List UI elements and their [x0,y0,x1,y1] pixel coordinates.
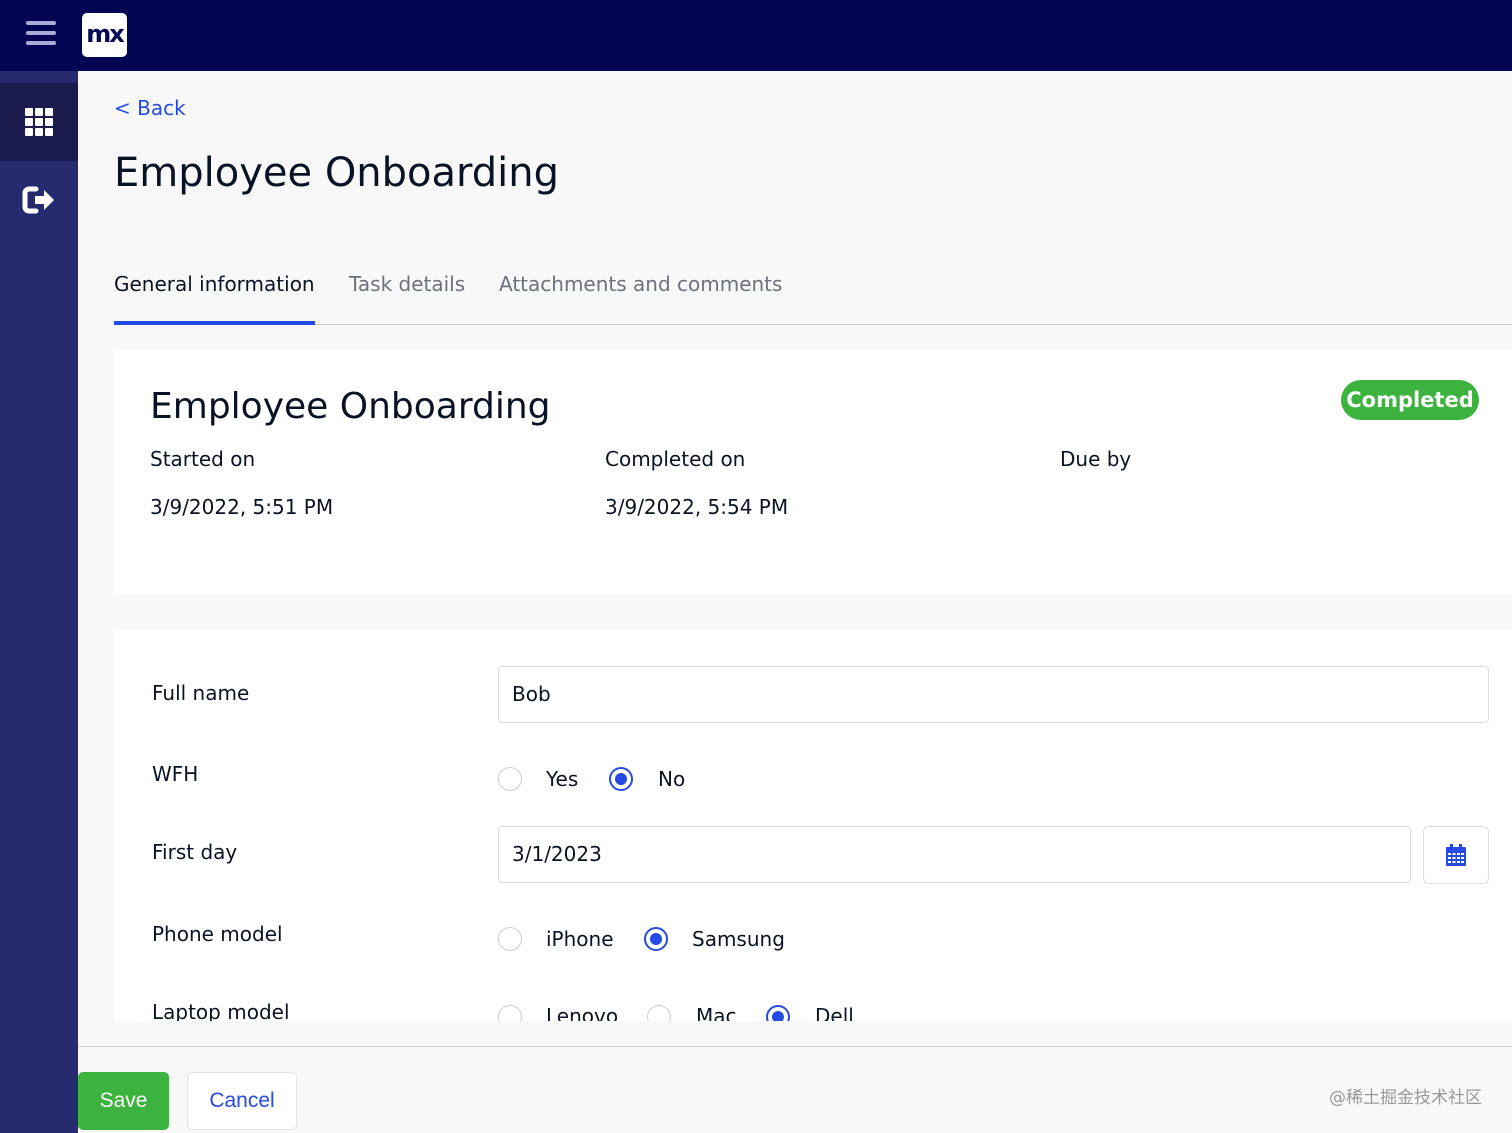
tab-task-details[interactable]: Task details [349,272,465,325]
watermark: @稀土掘金技术社区 [1329,1088,1482,1108]
apps-grid-icon [25,108,53,136]
wfh-label: WFH [152,762,199,786]
laptop-dell-radio[interactable] [766,1005,790,1021]
calendar-icon [1446,844,1466,866]
back-link[interactable]: < Back [114,96,186,120]
laptop-mac-label: Mac [696,1004,737,1021]
tab-general-information[interactable]: General information [114,272,315,325]
sidebar-item-apps[interactable] [0,83,78,161]
wfh-yes-label: Yes [546,767,579,791]
completed-value: 3/9/2022, 5:54 PM [605,495,789,519]
page-title: Employee Onboarding [114,150,560,196]
calendar-button[interactable] [1423,826,1489,884]
first-day-input[interactable]: 3/1/2023 [498,826,1411,883]
summary-card: Employee Onboarding Completed Started on… [114,350,1512,594]
laptop-lenovo-label: Lenovo [546,1004,619,1021]
sidebar-item-sign-out[interactable] [0,161,78,239]
wfh-no-label: No [658,767,686,791]
status-badge: Completed [1341,380,1479,420]
save-button[interactable]: Save [78,1072,169,1130]
top-bar: mx [0,0,1512,71]
form-card: Full name Bob WFH Yes No First day 3/1/2… [114,630,1512,1021]
laptop-dell-label: Dell [815,1004,854,1021]
completed-label: Completed on [605,447,746,471]
sign-out-icon [22,186,54,214]
laptop-mac-radio[interactable] [647,1005,671,1021]
summary-title: Employee Onboarding [150,386,551,427]
due-label: Due by [1060,447,1132,471]
sidebar [0,71,78,1133]
started-value: 3/9/2022, 5:51 PM [150,495,334,519]
first-day-label: First day [152,840,238,864]
wfh-yes-radio[interactable] [498,767,522,791]
phone-iphone-label: iPhone [546,927,614,951]
full-name-input[interactable]: Bob [498,666,1489,723]
cancel-button[interactable]: Cancel [187,1072,297,1130]
phone-samsung-label: Samsung [692,927,785,951]
phone-model-label: Phone model [152,922,283,946]
laptop-lenovo-radio[interactable] [498,1005,522,1021]
laptop-model-label: Laptop model [152,1000,290,1021]
footer-bar: Save Cancel @稀土掘金技术社区 [78,1046,1512,1133]
started-label: Started on [150,447,256,471]
mendix-logo: mx [82,13,127,57]
phone-iphone-radio[interactable] [498,927,522,951]
phone-samsung-radio[interactable] [644,927,668,951]
hamburger-menu-icon[interactable] [26,21,56,47]
tab-bar: General information Task details Attachm… [114,270,1512,325]
full-name-label: Full name [152,681,250,705]
wfh-no-radio[interactable] [609,767,633,791]
tab-attachments-and-comments[interactable]: Attachments and comments [499,272,782,325]
